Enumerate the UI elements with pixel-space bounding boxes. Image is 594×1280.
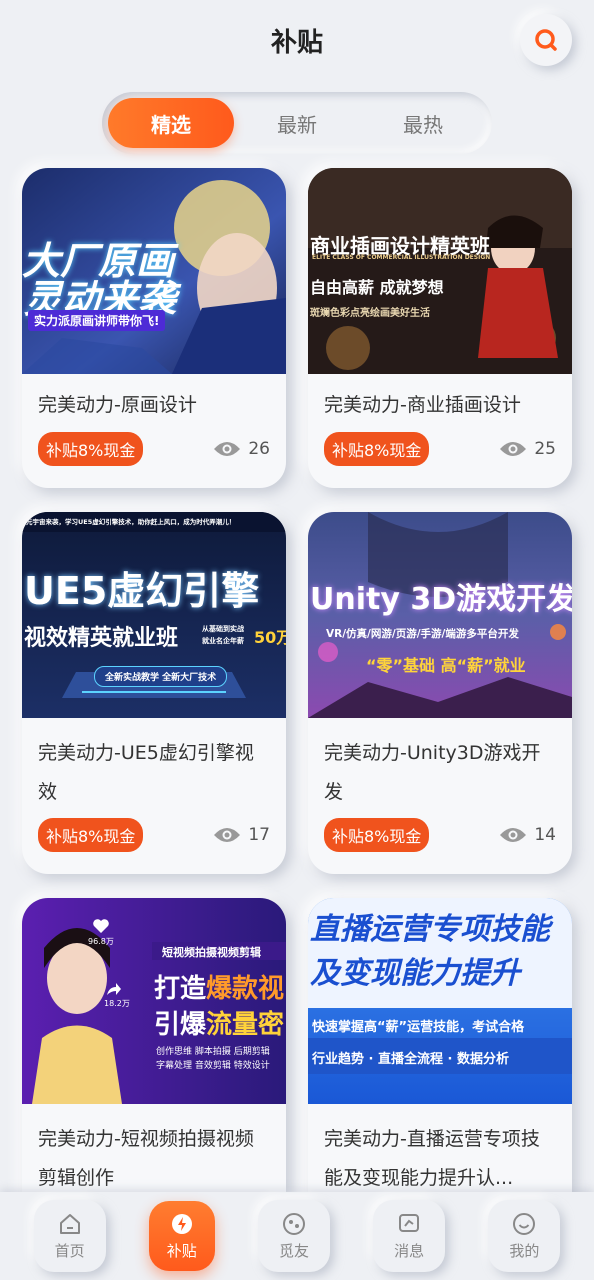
subsidy-badge: 补贴8%现金 [38, 432, 144, 466]
bottom-nav: 首页 补贴 觅友 消息 我的 [0, 1192, 594, 1280]
banner-pill: 全新实战教学 全新大厂技术 [94, 666, 228, 687]
course-title: 完美动力-Unity3D游戏开发 [324, 742, 541, 803]
smile-icon [513, 1212, 536, 1235]
nav-label: 消息 [394, 1241, 425, 1260]
tab-hottest[interactable]: 最热 [360, 98, 486, 148]
course-thumbnail: 大厂原画 灵动来袭 实力派原画讲师带你飞! [22, 168, 286, 374]
course-card[interactable]: 元宇宙来袭，学习UE5虚幻引擎技术，助你赶上风口，成为时代弄潮儿！ UE5虚幻引… [22, 512, 286, 874]
shares-count: 18.2万 [104, 999, 130, 1008]
banner-line1: Unity 3D游戏开发 [310, 582, 572, 617]
banner-line1: 直播运营专项技能 [310, 912, 550, 947]
card-footer: 补贴8%现金 25 [308, 432, 572, 466]
view-count-value: 17 [248, 825, 270, 845]
tab-latest[interactable]: 最新 [234, 98, 360, 148]
eye-icon [500, 442, 527, 456]
home-icon [59, 1213, 80, 1234]
tab-bar: 精选 最新 最热 [102, 92, 492, 154]
course-title: 完美动力-原画设计 [38, 394, 197, 416]
course-title: 完美动力-UE5虚幻引擎视效 [38, 742, 254, 803]
banner-line3: 快速掌握高“薪”运营技能，考试合格 [312, 1020, 525, 1035]
nav-label: 补贴 [166, 1241, 197, 1260]
likes-count: 96.8万 [88, 937, 114, 946]
course-thumbnail: 直播运营专项技能 及变现能力提升 快速掌握高“薪”运营技能，考试合格 行业趋势 … [308, 898, 572, 1104]
banner-salary: 50万 [254, 628, 286, 647]
nav-label: 首页 [54, 1241, 85, 1260]
banner-side2: 就业名企年薪 [202, 637, 244, 645]
banner-line2: 及变现能力提升 [310, 956, 520, 991]
course-card[interactable]: 大厂原画 灵动来袭 实力派原画讲师带你飞! 完美动力-原画设计 补贴8%现金 2… [22, 168, 286, 488]
course-title: 完美动力-短视频拍摄视频剪辑创作 [38, 1128, 254, 1189]
banner-tag: 实力派原画讲师带你飞! [28, 310, 166, 331]
banner-line4: 斑斓色彩点亮绘画美好生活 [310, 308, 430, 319]
banner-line2: VR/仿真/网游/页游/手游/端游多平台开发 [326, 628, 519, 640]
banner-line3: “零”基础 高“薪”就业 [366, 656, 526, 675]
view-count-value: 26 [248, 439, 270, 459]
eye-icon [214, 828, 241, 842]
nav-label: 我的 [509, 1241, 540, 1260]
card-footer: 补贴8%现金 14 [308, 818, 572, 852]
view-count: 17 [212, 825, 270, 845]
subsidy-badge: 补贴8%现金 [324, 818, 430, 852]
subsidy-badge: 补贴8%现金 [38, 818, 144, 852]
page-title: 补贴 [270, 28, 323, 58]
message-icon [399, 1213, 420, 1232]
course-title: 完美动力-直播运营专项技能及变现能力提升认... [324, 1128, 540, 1189]
banner-line2: ELITE CLASS OF COMMERCIAL ILLUSTRATION D… [312, 254, 491, 261]
banner-side1: 从基础到实战 [202, 625, 244, 633]
card-footer: 补贴8%现金 17 [22, 818, 286, 852]
banner-line1: 打造爆款视 [154, 968, 284, 1005]
banner-line3: 自由高薪 成就梦想 [310, 278, 444, 297]
card-footer: 补贴8%现金 26 [22, 432, 286, 466]
share-icon [107, 983, 121, 995]
course-grid: 大厂原画 灵动来袭 实力派原画讲师带你飞! 完美动力-原画设计 补贴8%现金 2… [22, 168, 572, 1260]
banner-top: 短视频拍摄视频剪辑 [162, 946, 261, 959]
banner-line2-b: 流量密 [206, 1010, 285, 1040]
banner-tags2: 字幕处理 音效剪辑 特效设计 [156, 1061, 270, 1071]
nav-profile[interactable]: 我的 [488, 1200, 561, 1272]
course-thumbnail: 商业插画设计精英班 ELITE CLASS OF COMMERCIAL ILLU… [308, 168, 572, 374]
view-count: 14 [498, 825, 556, 845]
eye-icon [500, 828, 527, 842]
search-button[interactable] [520, 14, 572, 66]
course-thumbnail: 96.8万 18.2万 短视频拍摄视频剪辑 打造爆款视 引爆流量密 创作思维 脚… [22, 898, 286, 1104]
heart-icon [93, 919, 109, 933]
nav-messages[interactable]: 消息 [373, 1200, 446, 1272]
banner-line2: 视效精英就业班 [24, 626, 179, 651]
banner-line2-a: 引爆 [154, 1010, 207, 1040]
planet-icon [282, 1212, 305, 1235]
subsidy-badge: 补贴8%现金 [324, 432, 430, 466]
nav-home[interactable]: 首页 [33, 1200, 106, 1272]
banner-top: 元宇宙来袭，学习UE5虚幻引擎技术，助你赶上风口，成为时代弄潮儿！ [26, 518, 236, 526]
banner-line4: 行业趋势 · 直播全流程 · 数据分析 [312, 1052, 509, 1067]
search-icon [535, 29, 557, 51]
view-count: 25 [498, 439, 556, 459]
banner-line1-a: 打造 [154, 974, 207, 1004]
nav-label: 觅友 [278, 1241, 309, 1260]
view-count: 26 [212, 439, 270, 459]
course-thumbnail: 元宇宙来袭，学习UE5虚幻引擎技术，助你赶上风口，成为时代弄潮儿！ UE5虚幻引… [22, 512, 286, 718]
banner-line2: 引爆流量密 [154, 1004, 284, 1041]
view-count-value: 25 [534, 439, 556, 459]
course-title: 完美动力-商业插画设计 [324, 394, 521, 416]
header: 补贴 [0, 0, 594, 84]
banner-line1: UE5虚幻引擎 [24, 569, 260, 613]
nav-friends[interactable]: 觅友 [257, 1200, 330, 1272]
nav-subsidy[interactable]: 补贴 [148, 1201, 215, 1271]
banner-line1-b: 爆款视 [206, 974, 285, 1004]
course-thumbnail: Unity 3D游戏开发 VR/仿真/网游/页游/手游/端游多平台开发 “零”基… [308, 512, 572, 718]
banner-tags1: 创作思维 脚本拍摄 后期剪辑 [156, 1047, 270, 1057]
tab-featured[interactable]: 精选 [108, 98, 234, 148]
course-card[interactable]: 商业插画设计精英班 ELITE CLASS OF COMMERCIAL ILLU… [308, 168, 572, 488]
view-count-value: 14 [534, 825, 556, 845]
eye-icon [214, 442, 241, 456]
lightning-icon [171, 1213, 192, 1234]
course-card[interactable]: Unity 3D游戏开发 VR/仿真/网游/页游/手游/端游多平台开发 “零”基… [308, 512, 572, 874]
